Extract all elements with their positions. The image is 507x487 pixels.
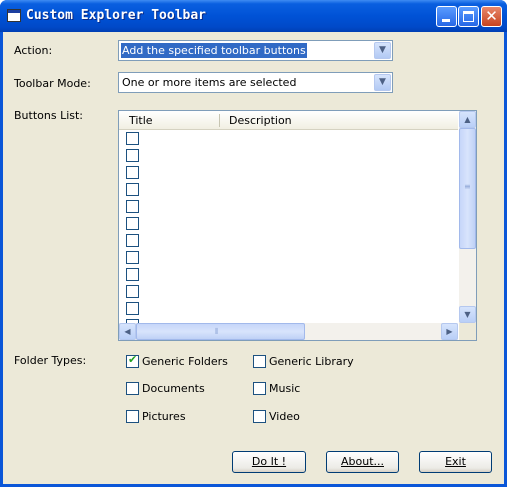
checkbox-box[interactable] [126,268,139,281]
maximize-button[interactable] [458,6,479,27]
checkbox-box[interactable] [126,410,139,423]
scroll-down-button[interactable]: ▼ [459,306,476,323]
checkbox-box[interactable] [253,410,266,423]
vertical-scroll-thumb[interactable]: ≡ [459,128,476,249]
toolbar-mode-label: Toolbar Mode: [14,77,91,90]
checkbox-label: Documents [142,382,205,395]
app-window: Custom Explorer Toolbar ✕ Action: Add th… [0,0,507,487]
horizontal-scrollbar[interactable]: ◀ ⦀ ▶ [119,323,458,340]
list-item[interactable] [119,232,458,249]
column-header-title[interactable]: Title [129,114,153,127]
checkbox-box[interactable] [126,234,139,247]
app-icon[interactable] [7,9,21,22]
grip-icon: ≡ [464,182,471,191]
title-bar[interactable]: Custom Explorer Toolbar ✕ [0,0,507,32]
list-rows [119,130,458,323]
exit-button[interactable]: Exit [419,451,492,473]
checkbox-label: Generic Folders [142,355,228,368]
list-item[interactable] [119,198,458,215]
checkbox-box[interactable] [253,382,266,395]
chevron-down-icon[interactable]: ▼ [374,74,391,91]
checkbox-box[interactable] [126,149,139,162]
buttons-list-label: Buttons List: [14,109,84,122]
list-item[interactable] [119,215,458,232]
toolbar-mode-selected-value: One or more items are selected [122,76,297,89]
list-item[interactable] [119,283,458,300]
folder-types-label: Folder Types: [14,354,87,367]
action-label: Action: [14,44,53,57]
column-header-description[interactable]: Description [229,114,292,127]
checkbox-box[interactable] [126,217,139,230]
list-item[interactable] [119,181,458,198]
vertical-scrollbar[interactable]: ▲ ≡ ▼ [459,111,476,323]
grip-icon: ⦀ [215,327,219,336]
checkbox-box[interactable] [126,166,139,179]
checkbox-box[interactable] [126,132,139,145]
minimize-button[interactable] [436,6,457,27]
checkbox-label: Music [269,382,301,395]
checkbox-label: Pictures [142,410,186,423]
chevron-down-icon[interactable]: ▼ [374,42,391,59]
horizontal-scroll-thumb[interactable]: ⦀ [136,323,305,340]
checkbox-label: Video [269,410,300,423]
checkmark-icon[interactable] [126,353,139,368]
checkbox-label: Generic Library [269,355,354,368]
close-button[interactable]: ✕ [481,6,502,27]
list-item[interactable] [119,300,458,317]
list-header: Title Description [119,111,458,130]
list-item[interactable] [119,164,458,181]
checkbox-box[interactable] [253,355,266,368]
do-it-button[interactable]: Do It ! [232,451,306,473]
minimize-icon [442,19,450,22]
scroll-up-button[interactable]: ▲ [459,111,476,128]
scrollbar-corner [459,323,476,340]
maximize-icon [463,11,474,22]
buttons-list[interactable]: Title Description ▲ ≡ ▼ ◀ ⦀ ▶ [118,110,477,341]
list-item[interactable] [119,249,458,266]
scroll-left-button[interactable]: ◀ [119,323,136,340]
scroll-right-button[interactable]: ▶ [441,323,458,340]
checkbox-box[interactable] [126,200,139,213]
column-divider[interactable] [219,114,220,127]
action-dropdown[interactable]: Add the specified toolbar buttons ▼ [118,40,393,61]
checkbox-box[interactable] [126,285,139,298]
about-button[interactable]: About... [326,451,399,473]
checkbox-box[interactable] [126,251,139,264]
action-selected-value: Add the specified toolbar buttons [121,43,307,58]
checkbox-box[interactable] [126,382,139,395]
checkbox-box[interactable] [126,183,139,196]
list-item[interactable] [119,266,458,283]
close-icon: ✕ [485,7,498,25]
list-item[interactable] [119,147,458,164]
dialog-body: Action: Add the specified toolbar button… [3,32,504,484]
window-title: Custom Explorer Toolbar [26,8,207,23]
toolbar-mode-dropdown[interactable]: One or more items are selected ▼ [118,72,393,93]
list-item[interactable] [119,130,458,147]
checkbox-box[interactable] [126,302,139,315]
